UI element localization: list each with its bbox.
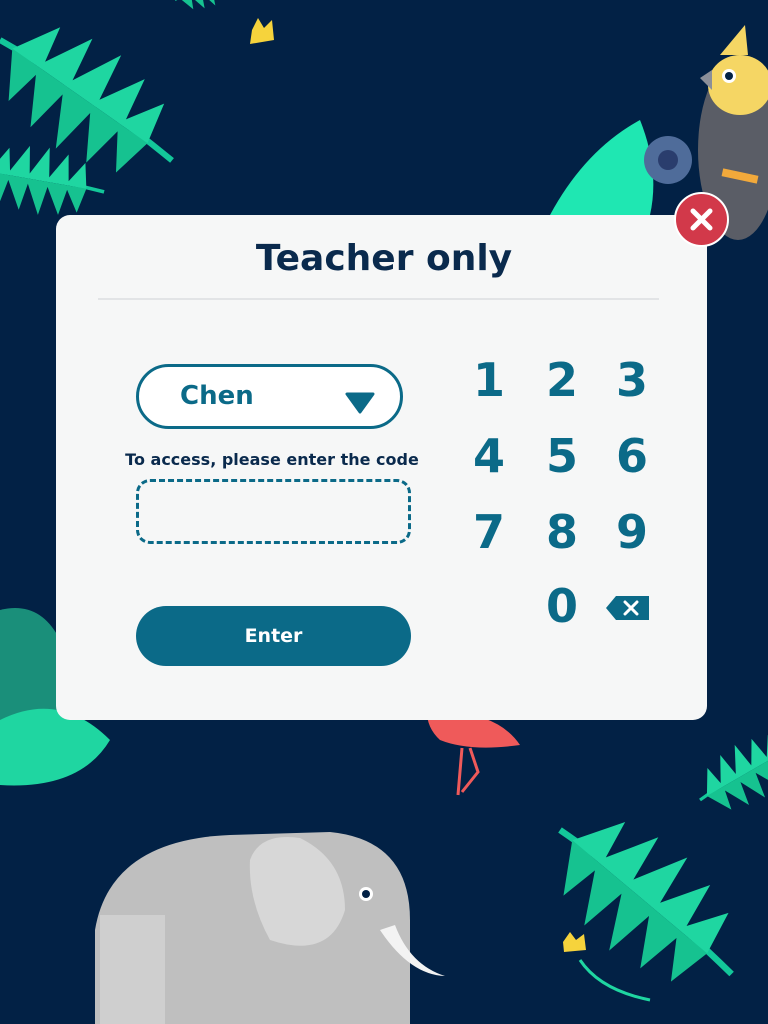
backspace-button[interactable] [604, 588, 654, 628]
dialog-title: Teacher only [255, 238, 513, 279]
close-button[interactable] [674, 192, 729, 247]
access-hint: To access, please enter the code [125, 450, 419, 469]
keypad-key-4[interactable]: 4 [459, 426, 519, 486]
keypad-key-2[interactable]: 2 [532, 350, 592, 410]
code-input[interactable] [136, 479, 411, 544]
keypad-key-7[interactable]: 7 [459, 502, 519, 562]
keypad-key-3[interactable]: 3 [602, 350, 662, 410]
keypad-key-0[interactable]: 0 [532, 576, 592, 636]
triangle-down-icon [345, 392, 375, 414]
keypad-key-5[interactable]: 5 [532, 426, 592, 486]
teacher-select[interactable]: Chen [136, 364, 403, 429]
close-icon [690, 208, 713, 231]
backspace-icon [606, 596, 649, 620]
keypad-key-9[interactable]: 9 [602, 502, 662, 562]
keypad-key-6[interactable]: 6 [602, 426, 662, 486]
enter-button[interactable]: Enter [136, 606, 411, 666]
title-divider [98, 298, 659, 300]
teacher-select-value: Chen [180, 381, 254, 411]
keypad-key-8[interactable]: 8 [532, 502, 592, 562]
keypad-key-1[interactable]: 1 [459, 350, 519, 410]
